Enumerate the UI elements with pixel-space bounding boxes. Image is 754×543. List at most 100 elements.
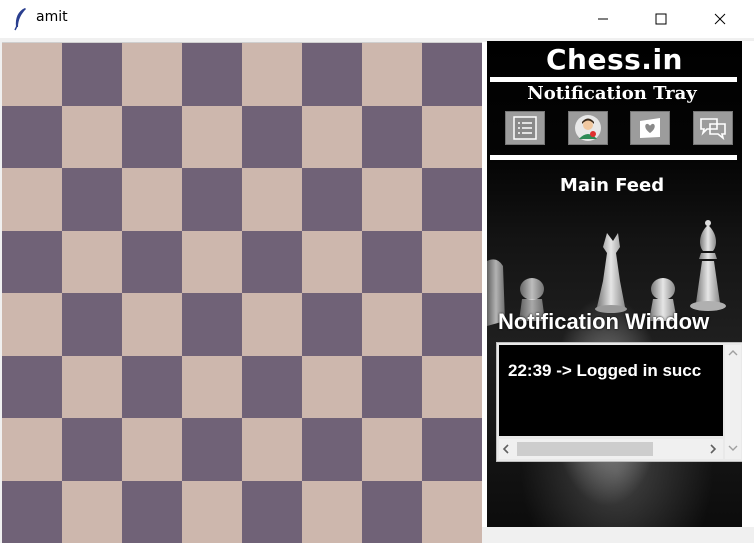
board-square[interactable] [62,356,122,419]
board-square[interactable] [242,43,302,106]
board-square[interactable] [362,481,422,543]
board-square[interactable] [302,481,362,543]
feather-icon [12,7,28,31]
tray-button-list[interactable] [505,111,545,145]
notification-window-title: Notification Window [498,309,709,335]
board-square[interactable] [242,293,302,356]
notification-window[interactable]: 22:39 -> Logged in succ [496,342,742,462]
side-panel: Chess.in Notification Tray Main F [487,41,742,527]
vertical-scrollbar[interactable] [725,345,741,459]
board-square[interactable] [122,168,182,231]
divider [490,77,737,82]
scroll-down-icon[interactable] [728,444,738,452]
board-square[interactable] [62,481,122,543]
title-bar: amit [0,0,754,38]
horizontal-scrollbar[interactable] [499,439,723,459]
board-square[interactable] [422,168,482,231]
board-square[interactable] [362,106,422,169]
board-square[interactable] [302,418,362,481]
board-square[interactable] [122,231,182,294]
board-square[interactable] [122,43,182,106]
board-square[interactable] [62,418,122,481]
board-square[interactable] [122,293,182,356]
board-square[interactable] [242,481,302,543]
board-square[interactable] [362,293,422,356]
board-square[interactable] [302,293,362,356]
board-square[interactable] [2,231,62,294]
board-square[interactable] [122,418,182,481]
list-icon [512,115,538,141]
board-square[interactable] [62,168,122,231]
board-square[interactable] [182,481,242,543]
tray-button-profile[interactable] [568,111,608,145]
board-square[interactable] [122,106,182,169]
tray-button-favorites[interactable] [630,111,670,145]
board-square[interactable] [62,231,122,294]
board-square[interactable] [422,481,482,543]
board-square[interactable] [242,106,302,169]
divider [490,155,737,160]
board-square[interactable] [62,43,122,106]
window-title: amit [36,9,68,25]
board-square[interactable] [362,168,422,231]
board-square[interactable] [182,106,242,169]
tray-button-chat[interactable] [693,111,733,145]
board-square[interactable] [302,168,362,231]
board-square[interactable] [242,418,302,481]
close-button[interactable] [697,0,743,38]
board-square[interactable] [422,231,482,294]
board-square[interactable] [2,43,62,106]
board-square[interactable] [362,356,422,419]
board-square[interactable] [182,43,242,106]
board-square[interactable] [362,43,422,106]
chess-pieces-image [487,211,742,361]
notification-tray-title: Notification Tray [487,83,737,104]
minimize-button[interactable] [580,0,626,38]
chat-bubbles-icon [698,115,728,141]
board-square[interactable] [362,418,422,481]
board-square[interactable] [2,293,62,356]
board-square[interactable] [422,293,482,356]
board-square[interactable] [62,293,122,356]
notification-message: 22:39 -> Logged in succ [508,361,701,381]
board-square[interactable] [362,231,422,294]
close-icon [714,13,726,25]
board-square[interactable] [2,168,62,231]
board-square[interactable] [242,168,302,231]
board-square[interactable] [2,106,62,169]
board-square[interactable] [422,356,482,419]
board-square[interactable] [302,231,362,294]
board-square[interactable] [182,418,242,481]
board-square[interactable] [302,106,362,169]
board-square[interactable] [2,356,62,419]
board-square[interactable] [182,168,242,231]
board-square[interactable] [182,356,242,419]
maximize-button[interactable] [638,0,684,38]
board-square[interactable] [302,43,362,106]
heart-card-icon [637,115,663,141]
scroll-left-icon[interactable] [502,444,510,454]
board-square[interactable] [2,481,62,543]
board-square[interactable] [242,356,302,419]
board-square[interactable] [122,481,182,543]
scroll-thumb[interactable] [517,442,653,456]
window-edge [742,41,754,527]
main-feed-title: Main Feed [487,175,737,196]
board-square[interactable] [182,231,242,294]
board-square[interactable] [422,418,482,481]
scroll-up-icon[interactable] [728,349,738,357]
profile-avatar-icon [574,114,602,142]
board-square[interactable] [62,106,122,169]
board-square[interactable] [242,231,302,294]
scroll-right-icon[interactable] [709,444,717,454]
board-square[interactable] [122,356,182,419]
board-square[interactable] [2,418,62,481]
board-square[interactable] [182,293,242,356]
chess-board[interactable] [2,42,482,528]
board-square[interactable] [422,106,482,169]
notification-text-area[interactable]: 22:39 -> Logged in succ [499,345,723,436]
board-square[interactable] [302,356,362,419]
brand-title: Chess.in [487,43,742,76]
maximize-icon [655,13,667,25]
board-square[interactable] [422,43,482,106]
